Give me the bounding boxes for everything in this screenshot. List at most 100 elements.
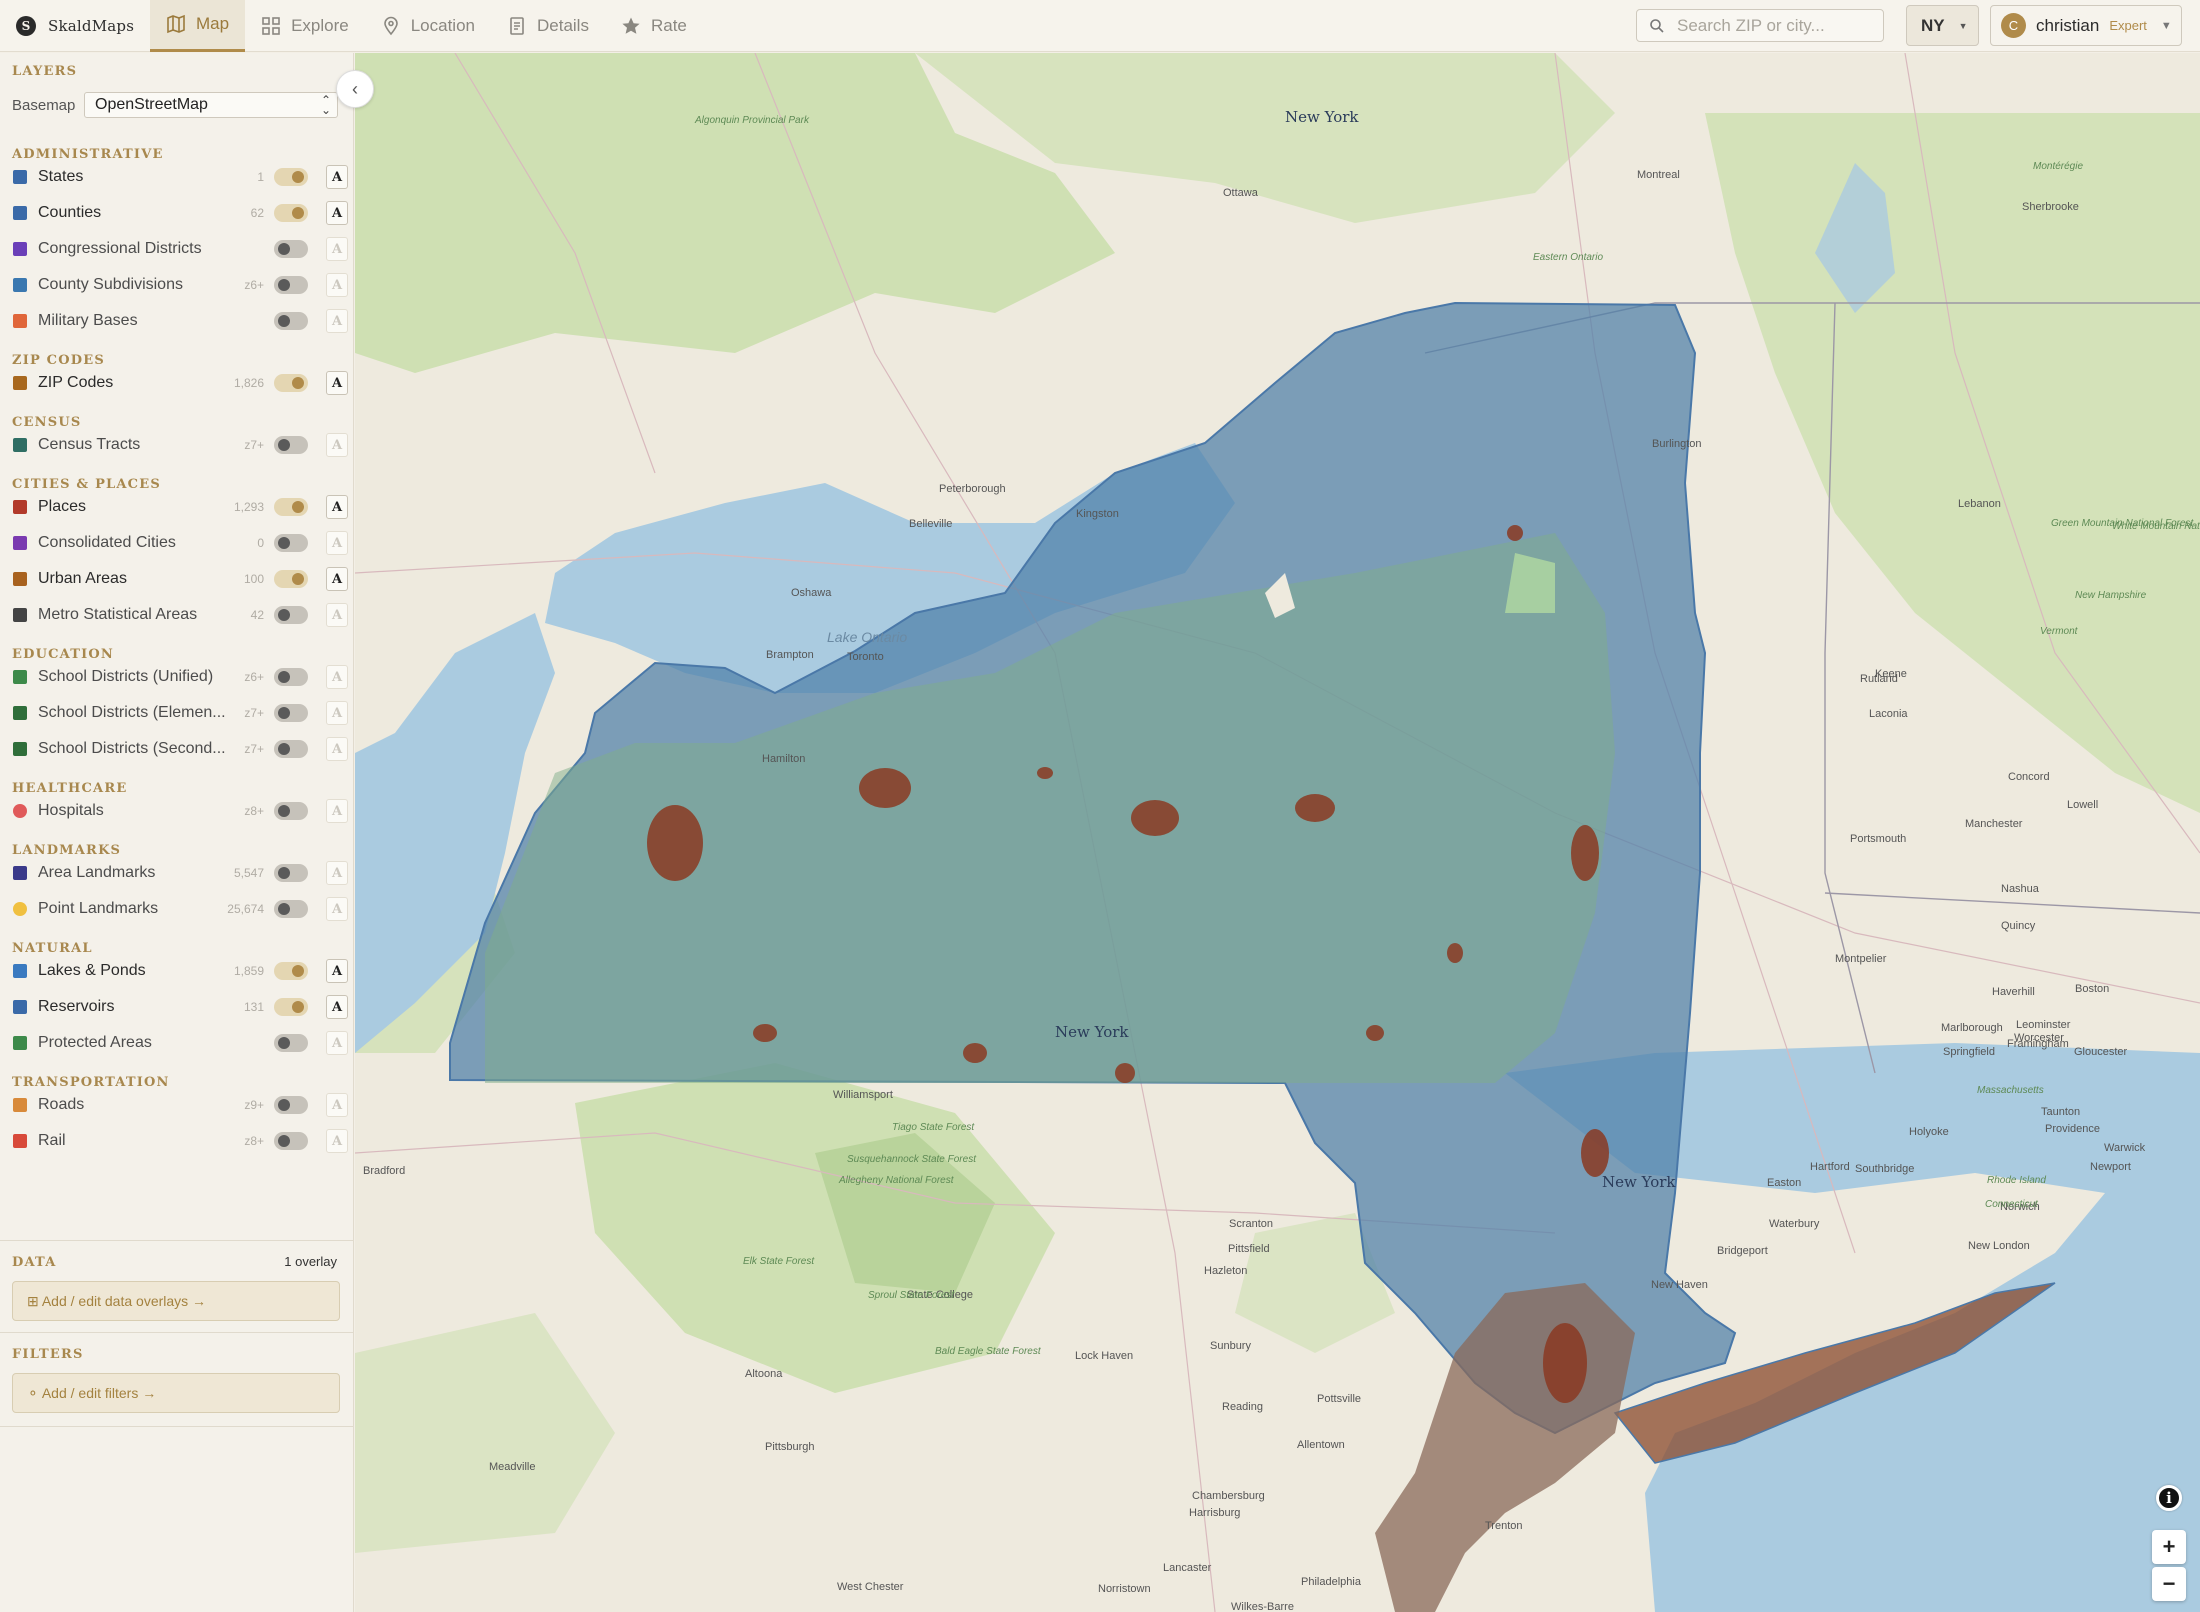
search-input[interactable] [1677, 15, 1877, 36]
layer-visibility-toggle[interactable] [274, 534, 308, 552]
tab-location[interactable]: Location [365, 0, 491, 52]
user-menu[interactable]: C christian Expert ▼ [1990, 5, 2182, 46]
layer-labels-button[interactable]: A [326, 603, 348, 627]
add-filters-button[interactable]: ⚬ Add / edit filters → [12, 1373, 340, 1413]
layer-row[interactable]: Hospitals z8+ A [0, 795, 354, 827]
layer-row[interactable]: Places 1,293 A [0, 491, 354, 523]
select-arrows-icon: ⌃ ⌄ [320, 93, 331, 117]
add-data-overlays-button[interactable]: ⊞ Add / edit data overlays → [12, 1281, 340, 1321]
layer-labels-button[interactable]: A [326, 737, 348, 761]
layer-labels-button[interactable]: A [326, 371, 348, 395]
layer-visibility-toggle[interactable] [274, 1034, 308, 1052]
city-label: Brampton [766, 649, 814, 661]
search-box[interactable] [1636, 9, 1884, 42]
collapse-sidebar-button[interactable]: ‹ [336, 70, 374, 108]
layer-labels-button[interactable]: A [326, 165, 348, 189]
layer-row[interactable]: Counties 62 A [0, 197, 354, 229]
layer-row[interactable]: Census Tracts z7+ A [0, 429, 354, 461]
layer-row[interactable]: Protected Areas A [0, 1027, 354, 1059]
layer-visibility-toggle[interactable] [274, 900, 308, 918]
layer-labels-button[interactable]: A [326, 237, 348, 261]
zoom-out-button[interactable]: − [2152, 1567, 2186, 1601]
layer-row[interactable]: County Subdivisions z6+ A [0, 269, 354, 301]
layer-visibility-toggle[interactable] [274, 374, 308, 392]
layer-labels-button[interactable]: A [326, 701, 348, 725]
city-label: Nashua [2001, 883, 2039, 895]
layer-row[interactable]: School Districts (Second... z7+ A [0, 733, 354, 765]
layer-visibility-toggle[interactable] [274, 436, 308, 454]
layer-visibility-toggle[interactable] [274, 498, 308, 516]
layer-labels-button[interactable]: A [326, 1093, 348, 1117]
city-label: Taunton [2041, 1106, 2081, 1118]
layer-visibility-toggle[interactable] [274, 276, 308, 294]
region-label: Sproul State Forest [868, 1290, 955, 1301]
layer-row[interactable]: School Districts (Elemen... z7+ A [0, 697, 354, 729]
map-canvas[interactable]: New York New York New York Lake Ontario Otta… [355, 53, 2200, 1612]
tab-details[interactable]: Details [491, 0, 605, 52]
layer-visibility-toggle[interactable] [274, 1132, 308, 1150]
layer-row[interactable]: Point Landmarks 25,674 A [0, 893, 354, 925]
layer-labels-button[interactable]: A [326, 273, 348, 297]
layer-name: Protected Areas [38, 1034, 152, 1051]
layer-count: 42 [250, 608, 264, 622]
layer-labels-button[interactable]: A [326, 433, 348, 457]
state-selector[interactable]: NY ▼ [1906, 5, 1979, 46]
layer-visibility-toggle[interactable] [274, 962, 308, 980]
layer-color-swatch [13, 1036, 27, 1050]
layer-visibility-toggle[interactable] [274, 802, 308, 820]
layer-name: Metro Statistical Areas [38, 606, 198, 623]
layer-name: Lakes & Ponds [38, 962, 146, 979]
layer-labels-button[interactable]: A [326, 897, 348, 921]
layer-visibility-toggle[interactable] [274, 606, 308, 624]
layer-labels-button[interactable]: A [326, 567, 348, 591]
layer-visibility-toggle[interactable] [274, 668, 308, 686]
layer-row[interactable]: School Districts (Unified) z6+ A [0, 661, 354, 693]
layer-row[interactable]: Metro Statistical Areas 42 A [0, 599, 354, 631]
layer-labels-button[interactable]: A [326, 1129, 348, 1153]
layers-title: LAYERS [12, 64, 78, 79]
tab-rate[interactable]: Rate [605, 0, 703, 52]
section-title: LANDMARKS [12, 843, 122, 858]
layer-row[interactable]: Urban Areas 100 A [0, 563, 354, 595]
layer-labels-button[interactable]: A [326, 861, 348, 885]
user-tier-badge: Expert [2109, 18, 2147, 33]
layer-labels-button[interactable]: A [326, 665, 348, 689]
layer-color-swatch [13, 314, 27, 328]
info-button[interactable]: i [2156, 1485, 2182, 1511]
layer-labels-button[interactable]: A [326, 201, 348, 225]
layer-labels-button[interactable]: A [326, 531, 348, 555]
tab-explore[interactable]: Explore [245, 0, 365, 52]
layer-visibility-toggle[interactable] [274, 864, 308, 882]
layer-visibility-toggle[interactable] [274, 740, 308, 758]
layer-visibility-toggle[interactable] [274, 204, 308, 222]
layer-visibility-toggle[interactable] [274, 240, 308, 258]
layer-visibility-toggle[interactable] [274, 704, 308, 722]
layer-labels-button[interactable]: A [326, 309, 348, 333]
basemap-select[interactable]: OpenStreetMap ⌃ ⌄ [84, 92, 338, 118]
zoom-in-button[interactable]: + [2152, 1530, 2186, 1564]
layer-row[interactable]: States 1 A [0, 161, 354, 193]
layer-labels-button[interactable]: A [326, 959, 348, 983]
layer-row[interactable]: ZIP Codes 1,826 A [0, 367, 354, 399]
city-label: Bridgeport [1717, 1245, 1768, 1257]
layer-row[interactable]: Military Bases A [0, 305, 354, 337]
layer-row[interactable]: Roads z9+ A [0, 1089, 354, 1121]
layer-row[interactable]: Reservoirs 131 A [0, 991, 354, 1023]
layer-visibility-toggle[interactable] [274, 1096, 308, 1114]
layer-row[interactable]: Lakes & Ponds 1,859 A [0, 955, 354, 987]
app-logo[interactable]: S SkaldMaps [0, 15, 150, 36]
layer-visibility-toggle[interactable] [274, 998, 308, 1016]
layer-visibility-toggle[interactable] [274, 570, 308, 588]
layer-visibility-toggle[interactable] [274, 312, 308, 330]
layer-visibility-toggle[interactable] [274, 168, 308, 186]
layer-labels-button[interactable]: A [326, 1031, 348, 1055]
layer-row[interactable]: Rail z8+ A [0, 1125, 354, 1157]
layer-row[interactable]: Area Landmarks 5,547 A [0, 857, 354, 889]
section-title: NATURAL [12, 941, 93, 956]
layer-row[interactable]: Consolidated Cities 0 A [0, 527, 354, 559]
tab-map[interactable]: Map [150, 0, 246, 52]
layer-row[interactable]: Congressional Districts A [0, 233, 354, 265]
layer-labels-button[interactable]: A [326, 495, 348, 519]
layer-labels-button[interactable]: A [326, 995, 348, 1019]
layer-labels-button[interactable]: A [326, 799, 348, 823]
